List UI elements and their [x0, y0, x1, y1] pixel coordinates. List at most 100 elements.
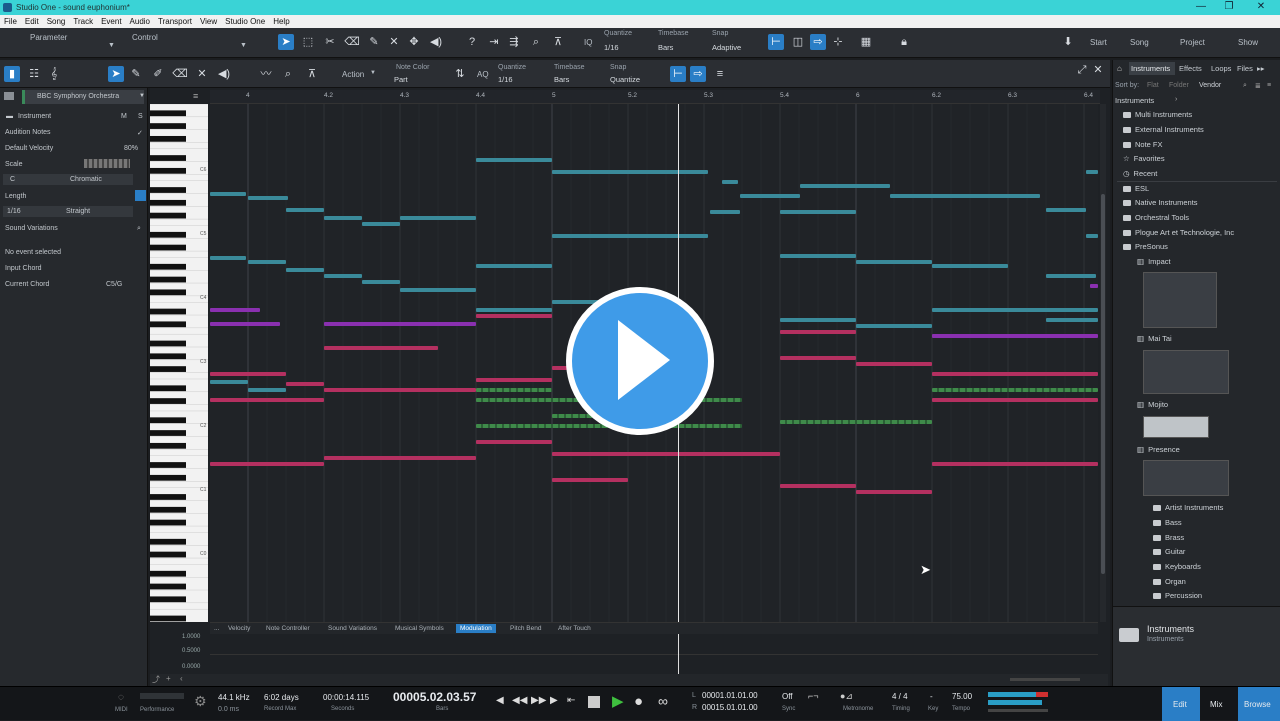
- fast-forward-icon[interactable]: ▶▶: [531, 695, 546, 706]
- browser-item-mai-tai[interactable]: ▥ Mai Tai: [1137, 334, 1172, 343]
- eraser-tool-icon[interactable]: ⌫: [172, 66, 188, 82]
- chevron-down-icon[interactable]: ▼: [108, 42, 115, 49]
- scale-keys[interactable]: [84, 159, 130, 168]
- list-view-icon[interactable]: ≣: [1255, 82, 1261, 90]
- control-label[interactable]: Control: [132, 33, 158, 42]
- play-icon[interactable]: [618, 320, 670, 400]
- curve-icon[interactable]: 〰: [258, 66, 274, 82]
- midi-note[interactable]: [324, 346, 438, 350]
- parameter-label[interactable]: Parameter: [30, 33, 67, 42]
- browser-item[interactable]: Note FX: [1123, 140, 1163, 149]
- curve-icon[interactable]: ⤴: [152, 674, 160, 685]
- performance-meter[interactable]: [140, 693, 184, 699]
- grid-icon[interactable]: ◫: [790, 34, 806, 50]
- tab-files[interactable]: Files: [1237, 64, 1253, 73]
- minimize-button[interactable]: —: [1190, 0, 1212, 15]
- browser-item[interactable]: Brass: [1153, 533, 1184, 542]
- detach-icon[interactable]: ⤢: [1074, 62, 1090, 78]
- midi-note[interactable]: [210, 462, 324, 466]
- tab-more[interactable]: ...: [210, 624, 223, 633]
- browser-item[interactable]: Bass: [1153, 518, 1182, 527]
- filter-icon[interactable]: ⇅: [452, 66, 468, 82]
- tab-note-controller[interactable]: Note Controller: [262, 624, 314, 633]
- midi-note[interactable]: [780, 318, 856, 322]
- midi-note[interactable]: [780, 254, 856, 258]
- collapse-icon[interactable]: ‹: [180, 674, 183, 683]
- search-icon[interactable]: ⌕: [1243, 82, 1247, 90]
- midi-note[interactable]: [210, 380, 248, 384]
- metronome-icon[interactable]: ●⊿: [840, 691, 853, 702]
- sort-vendor[interactable]: Vendor: [1199, 82, 1221, 89]
- tab-modulation[interactable]: Modulation: [456, 624, 496, 633]
- midi-note[interactable]: [400, 216, 476, 220]
- follow-icon[interactable]: ⇨: [810, 34, 826, 50]
- midi-note[interactable]: [210, 398, 324, 402]
- timing-value[interactable]: 4 / 4: [892, 692, 908, 701]
- midi-note[interactable]: [552, 234, 708, 238]
- midi-note[interactable]: [552, 478, 628, 482]
- midi-note[interactable]: [932, 308, 1098, 312]
- browser-item[interactable]: PreSonus: [1123, 242, 1168, 251]
- menu-studio-one[interactable]: Studio One: [221, 15, 269, 28]
- menu-transport[interactable]: Transport: [154, 15, 196, 28]
- browser-item[interactable]: Native Instruments: [1123, 198, 1198, 207]
- quantize-select[interactable]: 1/16: [604, 43, 619, 52]
- browser-item[interactable]: Keyboards: [1153, 562, 1201, 571]
- note-color-select[interactable]: Part: [394, 75, 408, 84]
- browser-item[interactable]: Plogue Art et Technologie, Inc: [1123, 228, 1234, 237]
- play-button[interactable]: ▶: [612, 692, 624, 710]
- menu-track[interactable]: Track: [69, 15, 97, 28]
- browser-item[interactable]: ESL: [1123, 184, 1149, 193]
- default-velocity-value[interactable]: 80%: [124, 145, 138, 152]
- nav-show[interactable]: Show: [1238, 38, 1258, 47]
- midi-note[interactable]: [210, 372, 286, 376]
- more-tabs-icon[interactable]: ▸▸: [1257, 64, 1265, 73]
- pencil-tool-icon[interactable]: ✎: [128, 66, 144, 82]
- chevron-down-icon[interactable]: ▼: [370, 70, 376, 76]
- midi-note[interactable]: [800, 184, 890, 188]
- loop-icon[interactable]: ⇥: [486, 34, 502, 50]
- midi-note[interactable]: [476, 314, 552, 318]
- piano-view-icon[interactable]: ☷: [26, 66, 42, 82]
- mai-tai-thumbnail[interactable]: [1143, 350, 1229, 394]
- sort-folder[interactable]: Folder: [1169, 82, 1189, 89]
- midi-note[interactable]: [324, 456, 476, 460]
- action-menu[interactable]: Action: [342, 70, 364, 79]
- eraser-tool-icon[interactable]: ⌫: [344, 34, 360, 50]
- record-button[interactable]: ●: [634, 693, 643, 710]
- snap-select[interactable]: Adaptive: [712, 43, 741, 52]
- tab-sound-variations[interactable]: Sound Variations: [324, 624, 381, 633]
- menu-event[interactable]: Event: [97, 15, 125, 28]
- midi-note[interactable]: [286, 268, 324, 272]
- precount-icon[interactable]: ⌐¬: [808, 691, 819, 701]
- length-toggle[interactable]: [135, 190, 146, 201]
- midi-note[interactable]: [552, 452, 780, 456]
- mute-button[interactable]: M: [121, 113, 127, 120]
- midi-note[interactable]: [248, 260, 286, 264]
- tempo-value[interactable]: 75.00: [952, 692, 972, 701]
- tab-instruments[interactable]: Instruments: [1131, 64, 1170, 73]
- rewind-icon[interactable]: ◀◀: [512, 695, 527, 706]
- sort-flat[interactable]: Flat: [1147, 82, 1159, 89]
- browser-item-mojito[interactable]: ▥ Mojito: [1137, 400, 1168, 409]
- tab-musical-symbols[interactable]: Musical Symbols: [391, 624, 448, 633]
- browser-item[interactable]: Artist Instruments: [1153, 503, 1223, 512]
- browser-item[interactable]: Percussion: [1153, 591, 1202, 600]
- midi-note[interactable]: [932, 264, 1008, 268]
- midi-note[interactable]: [710, 210, 740, 214]
- midi-note[interactable]: [476, 158, 552, 162]
- midi-note[interactable]: [780, 484, 856, 488]
- loop-start-value[interactable]: 00001.01.01.00: [702, 691, 758, 700]
- length-mode-select[interactable]: Straight: [66, 208, 90, 215]
- snap-toggle-icon[interactable]: ⊢: [670, 66, 686, 82]
- list-icon[interactable]: [4, 92, 14, 100]
- main-volume-slider[interactable]: [988, 709, 1048, 712]
- length-select[interactable]: 1/16: [7, 208, 21, 215]
- midi-note[interactable]: [890, 194, 1040, 198]
- snap-toggle-icon[interactable]: ⊢: [768, 34, 784, 50]
- midi-note[interactable]: [932, 398, 1098, 402]
- midi-note[interactable]: [1046, 318, 1098, 322]
- midi-note[interactable]: [400, 288, 476, 292]
- tab-pitch-bend[interactable]: Pitch Bend: [506, 624, 545, 633]
- menu-file[interactable]: File: [0, 15, 21, 28]
